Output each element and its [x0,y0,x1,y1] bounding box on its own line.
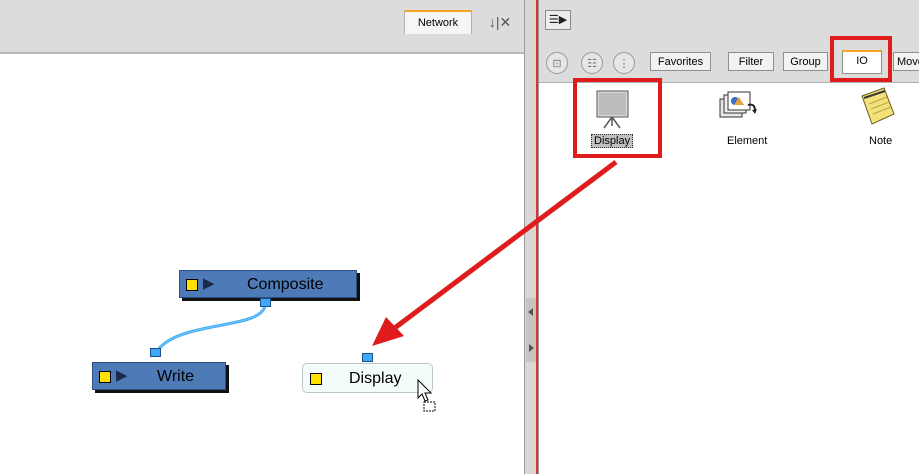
drag-direction-arrow [372,160,618,346]
